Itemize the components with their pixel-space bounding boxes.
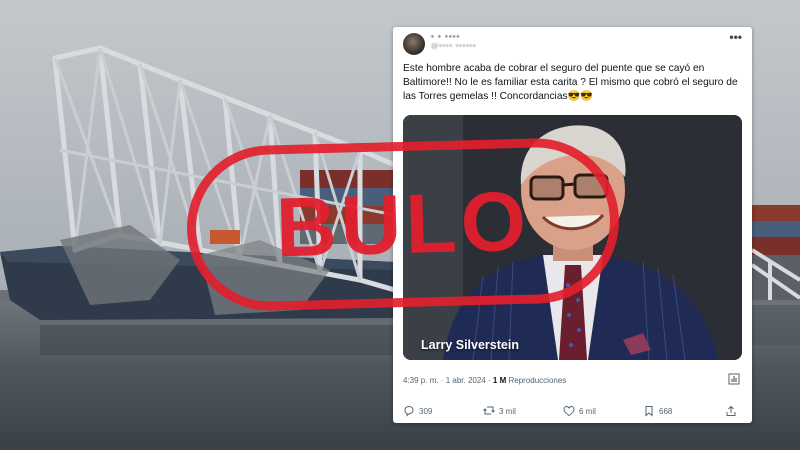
author-name[interactable]: • • •••• — [431, 32, 460, 41]
bookmark-button[interactable]: 668 — [643, 405, 672, 417]
tweet-meta: 4:39 p. m. · 1 abr. 2024 · 1 M Reproducc… — [403, 376, 566, 385]
reply-icon — [404, 405, 414, 417]
retweet-count: 3 mil — [499, 406, 516, 416]
reply-button[interactable]: 309 — [403, 405, 432, 417]
avatar[interactable] — [403, 33, 425, 55]
like-button[interactable]: 6 mil — [563, 405, 596, 417]
image-caption: Larry Silverstein — [421, 338, 519, 352]
author-handle[interactable]: @•••• •••••• — [431, 43, 477, 50]
stamp-label: BULO — [274, 173, 532, 275]
tweet-date[interactable]: 1 abr. 2024 — [446, 376, 486, 385]
retweet-button[interactable]: 3 mil — [483, 405, 516, 417]
action-bar: 309 3 mil 6 mil 668 — [403, 405, 743, 419]
views-label: Reproducciones — [508, 376, 567, 385]
share-button[interactable] — [725, 405, 741, 417]
share-icon — [726, 405, 736, 416]
bookmark-icon — [645, 406, 653, 417]
stats-icon[interactable] — [728, 373, 740, 385]
tweet-time[interactable]: 4:39 p. m. — [403, 376, 439, 385]
view-count: 1 M — [492, 376, 507, 385]
more-options-icon[interactable]: ••• — [729, 30, 742, 44]
tweet-text: Este hombre acaba de cobrar el seguro de… — [403, 63, 738, 102]
like-count: 6 mil — [579, 406, 596, 416]
meta-separator: · — [440, 376, 444, 385]
bookmark-count: 668 — [659, 406, 673, 416]
heart-icon — [563, 405, 575, 417]
reply-count: 309 — [419, 406, 433, 416]
retweet-icon — [483, 406, 495, 415]
fake-news-stamp: BULO — [184, 136, 622, 313]
meta-separator: · — [488, 376, 491, 385]
